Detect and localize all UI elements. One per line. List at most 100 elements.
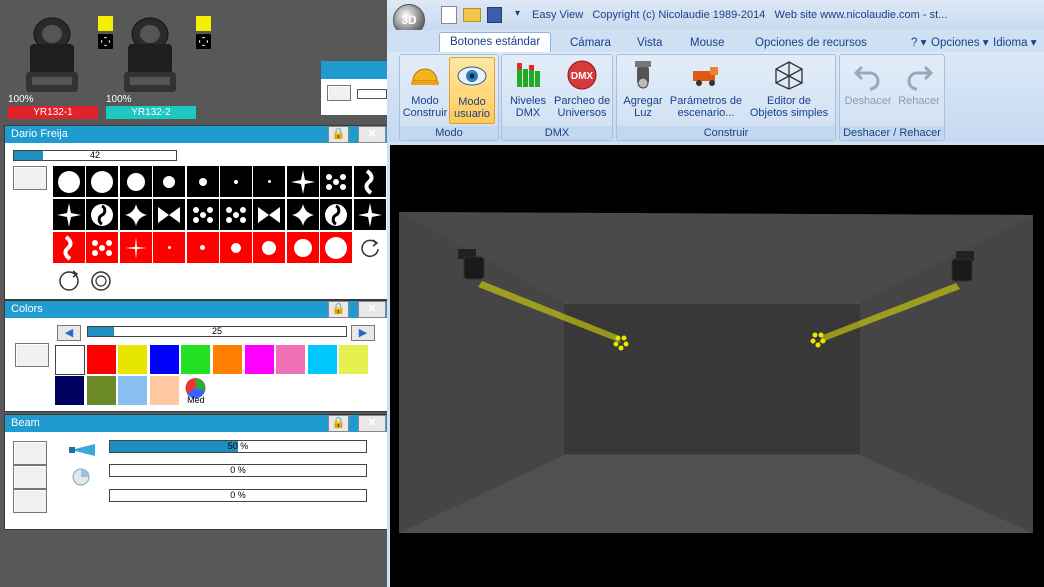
gobo-12[interactable] — [86, 199, 119, 230]
gobo-25[interactable] — [186, 232, 219, 263]
color-swatch-4[interactable] — [149, 345, 179, 374]
color-swatch-2[interactable] — [86, 345, 116, 374]
lock-icon[interactable]: 🔒 — [328, 415, 349, 432]
color-next-button[interactable]: ▶ — [351, 325, 375, 341]
modo-construir-button[interactable]: Modo Construir — [402, 57, 448, 119]
color-swatch-9[interactable] — [307, 345, 337, 374]
gobo-5[interactable] — [186, 166, 219, 197]
gobo-7[interactable] — [253, 166, 286, 197]
gobo-20[interactable] — [353, 199, 386, 230]
mini-widget-slider[interactable] — [357, 89, 387, 99]
parametros-escenario-button[interactable]: Parámetros de escenario... — [667, 57, 745, 119]
open-folder-icon[interactable] — [463, 8, 481, 22]
lock-icon[interactable]: 🔒 — [328, 126, 349, 143]
color-slider[interactable]: 25 — [87, 326, 347, 337]
gobo-8[interactable] — [286, 166, 319, 197]
close-icon[interactable]: ✕ — [358, 415, 386, 432]
fixture-intensity: 100% — [106, 94, 132, 105]
new-file-icon[interactable] — [441, 6, 457, 24]
gobo-14[interactable] — [153, 199, 186, 230]
tab-mouse[interactable]: Mouse — [690, 34, 725, 52]
rehacer-button[interactable]: Rehacer — [896, 57, 942, 107]
gobo-2[interactable] — [86, 166, 119, 197]
tab-botones-estandar[interactable]: Botones estándar — [439, 32, 552, 53]
gobo-6[interactable] — [220, 166, 252, 197]
gobo-27[interactable] — [253, 232, 286, 263]
color-swatch-13[interactable] — [118, 376, 148, 405]
gobo-19[interactable] — [320, 199, 353, 230]
close-icon[interactable]: ✕ — [358, 126, 386, 143]
color-swatch-7[interactable] — [244, 345, 274, 374]
tab-vista[interactable]: Vista — [637, 34, 662, 52]
gobo-13[interactable] — [119, 199, 152, 230]
shake-icon[interactable] — [89, 269, 113, 293]
parcheo-universos-button[interactable]: DMX Parcheo de Universos — [554, 57, 610, 119]
ribbon-tabs: Botones estándar Cámara Vista Mouse Opci… — [387, 30, 1044, 53]
rotate-icon[interactable] — [57, 269, 81, 293]
beam-frost-slider[interactable]: 0 % — [109, 464, 367, 477]
3d-viewport[interactable] — [390, 145, 1044, 587]
beam-prism-slider[interactable]: 0 % — [109, 489, 367, 502]
fixture-yr132-2[interactable]: 100% YR132-2 — [106, 10, 211, 120]
tab-opciones-de-recursos[interactable]: Opciones de recursos — [755, 34, 867, 52]
gobo-18[interactable] — [286, 199, 319, 230]
gobo-28[interactable] — [286, 232, 319, 263]
dmx-icon: DMX — [566, 59, 598, 91]
gobo-22[interactable] — [86, 232, 119, 263]
undo-icon — [852, 59, 884, 91]
language-menu[interactable]: Idioma ▾ — [993, 34, 1037, 52]
gobo-11[interactable] — [53, 199, 85, 230]
gobo-panel: Dario Freija 🔒 ✕ 42 — [4, 125, 388, 300]
color-prev-button[interactable]: ◀ — [57, 325, 81, 341]
color-swatch-10[interactable] — [339, 345, 369, 374]
deshacer-button[interactable]: Deshacer — [842, 57, 894, 107]
beam-zoom-button[interactable] — [13, 441, 47, 465]
modo-usuario-button[interactable]: Modo usuario — [449, 57, 495, 124]
gobo-3[interactable] — [119, 166, 152, 197]
gobo-24[interactable] — [153, 232, 186, 263]
tab-camara[interactable]: Cámara — [570, 34, 611, 52]
gobo-4[interactable] — [153, 166, 186, 197]
gobo-21[interactable] — [53, 232, 85, 263]
agregar-luz-button[interactable]: Agregar Luz — [621, 57, 665, 119]
gobo-16[interactable] — [220, 199, 252, 230]
gobo-slider[interactable]: 42 — [13, 150, 177, 161]
editor-objetos-simples-button[interactable]: Editor de Objetos simples — [747, 57, 831, 119]
rotate-icon[interactable] — [359, 237, 381, 259]
color-swatch-8[interactable] — [276, 345, 306, 374]
options-menu[interactable]: Opciones ▾ — [931, 34, 989, 52]
niveles-dmx-button[interactable]: Niveles DMX — [506, 57, 550, 119]
color-swatch-5[interactable] — [181, 345, 211, 374]
lock-icon[interactable]: 🔒 — [328, 301, 349, 318]
gobo-15[interactable] — [186, 199, 219, 230]
gobo-1[interactable] — [53, 166, 85, 197]
quick-access-dropdown-icon[interactable]: ▾ — [515, 8, 520, 19]
mini-widget-button[interactable] — [327, 85, 351, 101]
color-swatch-6[interactable] — [213, 345, 242, 374]
gobo-open-button[interactable] — [13, 166, 47, 190]
ribbon-group-deshacer: Deshacer Rehacer Deshacer / Rehacer — [839, 54, 945, 141]
color-swatch-14[interactable] — [149, 376, 179, 405]
gobo-29[interactable] — [320, 232, 353, 263]
help-menu[interactable]: ? ▾ — [911, 34, 926, 52]
beam-frost-button[interactable] — [13, 465, 47, 489]
beam-prism-button[interactable] — [13, 489, 47, 513]
color-swatch-12[interactable] — [86, 376, 116, 405]
color-wheel-med-button[interactable]: Med — [181, 376, 211, 405]
beam-zoom-slider[interactable]: 50 % — [109, 440, 367, 453]
gobo-17[interactable] — [253, 199, 286, 230]
gobo-10[interactable] — [353, 166, 386, 197]
fixture-yr132-1[interactable]: 100% YR132-1 — [8, 10, 113, 120]
options-label: Opciones — [931, 37, 980, 49]
gobo-26[interactable] — [220, 232, 252, 263]
close-icon[interactable]: ✕ — [358, 301, 386, 318]
gobo-23[interactable] — [119, 232, 152, 263]
fixture-intensity: 100% — [8, 94, 34, 105]
color-swatch-1[interactable] — [55, 345, 85, 375]
gobo-9[interactable] — [320, 166, 353, 197]
ribbon-group-construir: Agregar Luz Parámetros de escenario... E… — [616, 54, 836, 141]
save-icon[interactable] — [487, 7, 502, 23]
color-swatch-11[interactable] — [55, 376, 84, 405]
color-swatch-3[interactable] — [118, 345, 148, 374]
color-open-button[interactable] — [15, 343, 49, 367]
